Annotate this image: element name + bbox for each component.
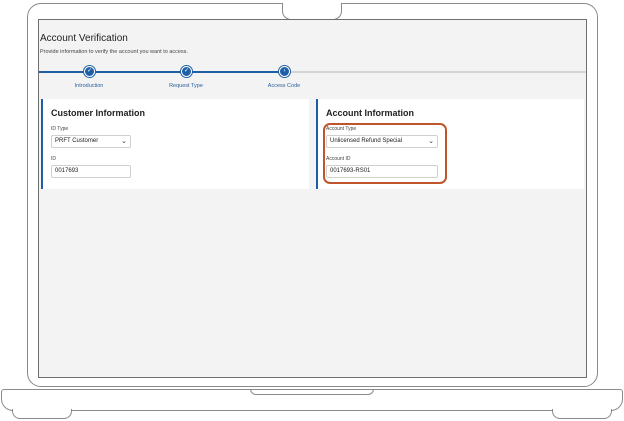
laptop-foot-right <box>552 409 612 419</box>
id-type-select[interactable]: PRFT Customer ⌄ <box>51 135 131 148</box>
id-field[interactable]: 0017693 <box>51 165 131 178</box>
laptop-camera-notch <box>282 3 342 20</box>
chevron-down-icon: ⌄ <box>428 138 434 145</box>
id-type-label: ID Type <box>51 126 69 132</box>
account-information-heading: Account Information <box>326 108 414 118</box>
step-introduction-check-icon[interactable]: ✓ <box>84 66 95 77</box>
account-information-panel: Account Information Account Type Unlicen… <box>316 99 584 189</box>
page-title: Account Verification <box>40 33 128 44</box>
laptop-foot-left <box>12 409 72 419</box>
page-subtitle: Provide information to verify the accoun… <box>40 49 188 55</box>
id-type-value: PRFT Customer <box>55 138 99 144</box>
screen: Account Verification Provide information… <box>38 19 587 378</box>
account-type-select[interactable]: Unlicensed Refund Special ⌄ <box>326 135 438 148</box>
account-type-label: Account Type <box>326 126 357 132</box>
account-id-value: 0017693-RS01 <box>330 168 371 174</box>
id-label: ID <box>51 156 56 162</box>
account-type-value: Unlicensed Refund Special <box>330 138 403 144</box>
progress-track-complete <box>39 71 284 73</box>
step-introduction-label[interactable]: Introduction <box>59 83 119 89</box>
step-access-code-label[interactable]: Access Code <box>254 83 314 89</box>
laptop-hinge <box>250 389 374 395</box>
step-request-type-label[interactable]: Request Type <box>156 83 216 89</box>
id-field-value: 0017693 <box>55 168 79 174</box>
step-access-code-chevron-right-icon[interactable]: › <box>279 66 290 77</box>
customer-information-panel: Customer Information ID Type PRFT Custom… <box>41 99 309 189</box>
account-id-label: Account ID <box>326 156 351 162</box>
chevron-down-icon: ⌄ <box>121 138 127 145</box>
customer-information-heading: Customer Information <box>51 108 146 118</box>
step-request-type-check-icon[interactable]: ✓ <box>181 66 192 77</box>
account-id-field[interactable]: 0017693-RS01 <box>326 165 438 178</box>
